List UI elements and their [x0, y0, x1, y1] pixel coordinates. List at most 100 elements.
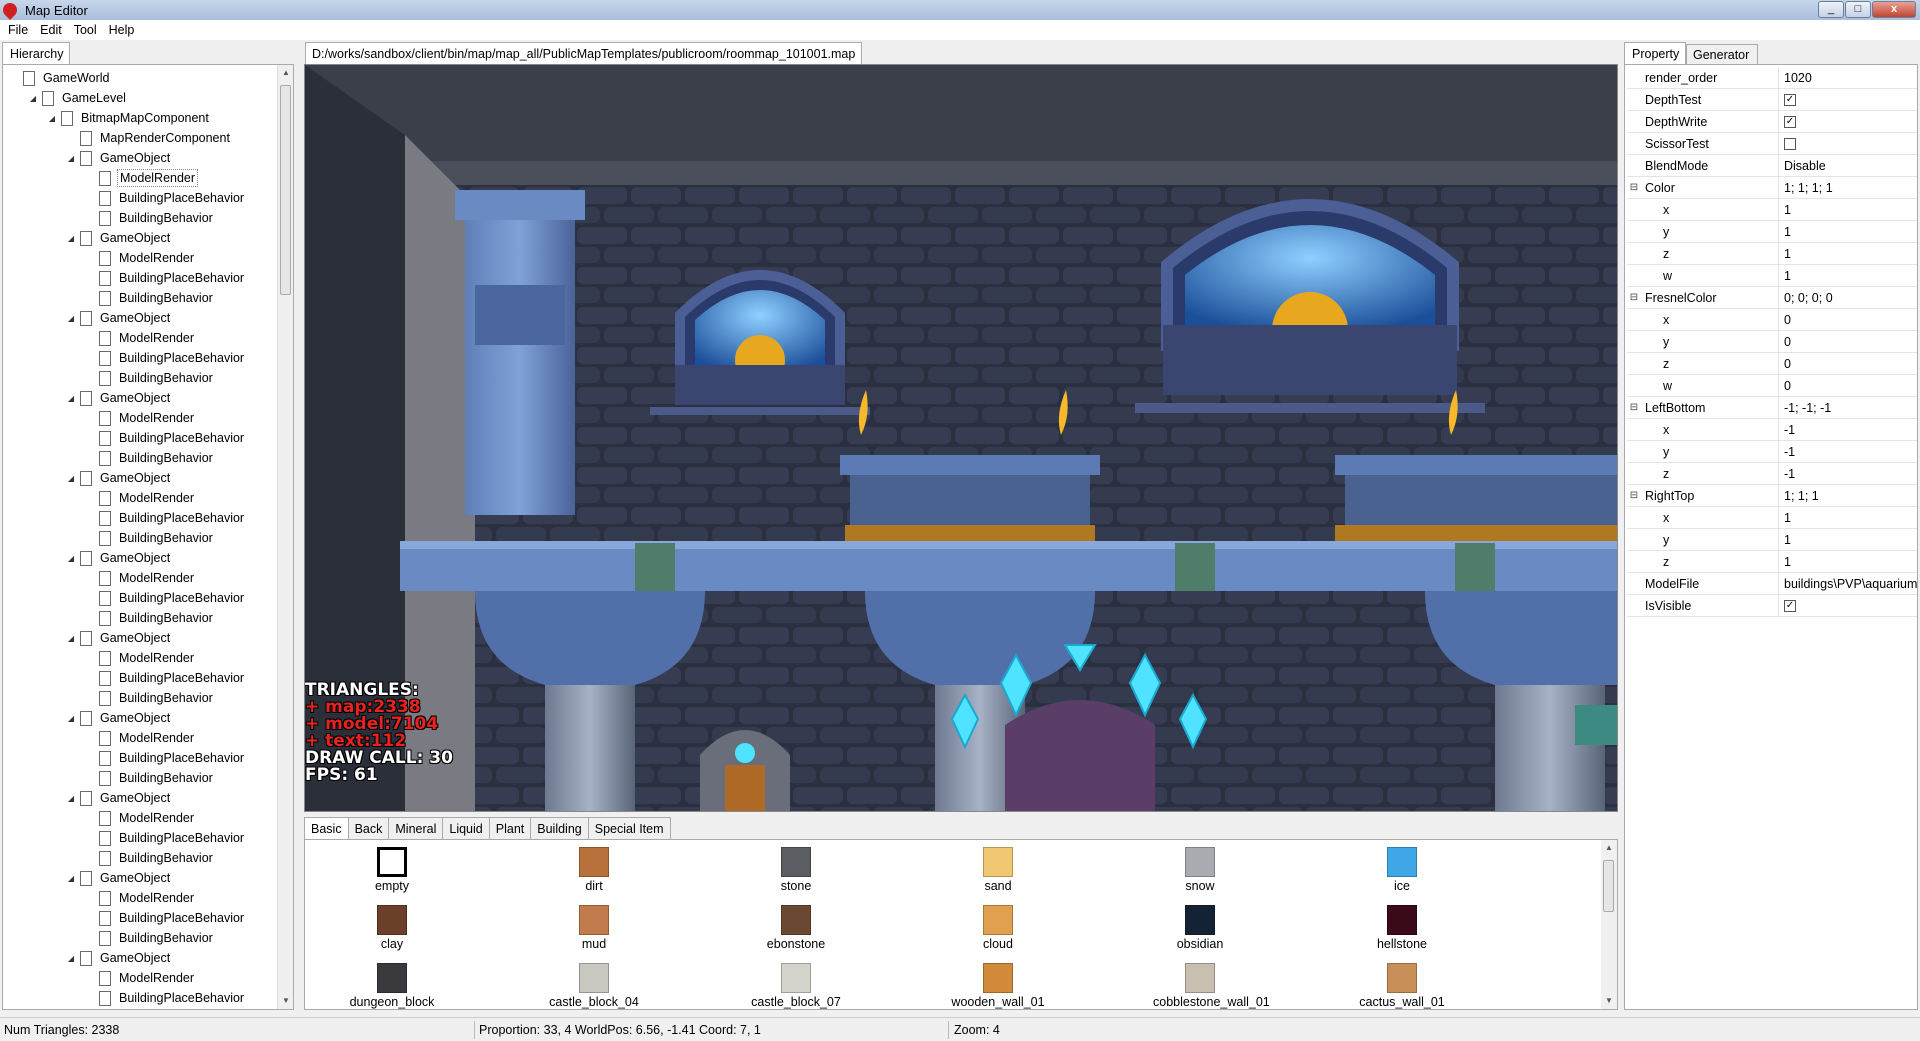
tree-node-buildingbehavior[interactable]: BuildingBehavior — [85, 448, 215, 468]
tree-node-gameobject[interactable]: ◢ GameObject — [66, 628, 172, 648]
expand-arrow-icon[interactable]: ◢ — [66, 474, 76, 483]
expand-arrow-icon[interactable]: ◢ — [66, 394, 76, 403]
tree-node-buildingplacebehavior[interactable]: BuildingPlaceBehavior — [85, 828, 246, 848]
tree-node-modelrender[interactable]: ModelRender — [85, 248, 196, 268]
tree-node-modelrender[interactable]: ModelRender — [85, 968, 196, 988]
map-viewport[interactable]: TRIANGLES: + map:2338 + model:7104 + tex… — [304, 64, 1618, 812]
tree-node-buildingplacebehavior[interactable]: BuildingPlaceBehavior — [85, 428, 246, 448]
property-value[interactable]: 1020 — [1779, 71, 1917, 85]
property-value[interactable]: 0 — [1779, 335, 1917, 349]
property-row-isvisible[interactable]: IsVisible ✓ — [1627, 594, 1917, 617]
scroll-thumb[interactable] — [1603, 860, 1614, 912]
tree-node-gameobject[interactable]: ◢ GameObject — [66, 708, 172, 728]
expand-arrow-icon[interactable]: ◢ — [66, 874, 76, 883]
tree-node-gameobject[interactable]: ◢ GameObject — [66, 468, 172, 488]
palette-item-clay[interactable]: clay — [345, 900, 439, 951]
expand-arrow-icon[interactable]: ◢ — [66, 634, 76, 643]
tree-node-modelrender[interactable]: ModelRender — [85, 888, 196, 908]
tab-special-item[interactable]: Special Item — [587, 817, 671, 839]
tree-node-buildingbehavior[interactable]: BuildingBehavior — [85, 528, 215, 548]
expand-arrow-icon[interactable]: ◢ — [66, 554, 76, 563]
property-row-y[interactable]: y0 — [1627, 330, 1917, 353]
tree-node-buildingplacebehavior[interactable]: BuildingPlaceBehavior — [85, 588, 246, 608]
palette-item-ice[interactable]: ice — [1355, 842, 1449, 893]
collapse-icon[interactable]: ⊟ — [1627, 402, 1641, 413]
property-value[interactable]: buildings\PVP\aquarium — [1779, 577, 1917, 591]
palette-item-empty[interactable]: empty — [345, 842, 439, 893]
property-value[interactable]: ✓ — [1779, 93, 1917, 106]
palette-item-dirt[interactable]: dirt — [547, 842, 641, 893]
tree-node-buildingbehavior[interactable]: BuildingBehavior — [85, 688, 215, 708]
property-row-righttop[interactable]: ⊟ RightTop 1; 1; 1 — [1627, 484, 1917, 507]
property-value[interactable]: -1 — [1779, 445, 1917, 459]
tab-generator[interactable]: Generator — [1686, 44, 1758, 64]
scroll-down-icon[interactable]: ▼ — [1601, 993, 1617, 1009]
property-value[interactable]: 0; 0; 0; 0 — [1779, 291, 1917, 305]
property-value[interactable]: 1 — [1779, 225, 1917, 239]
tab-hierarchy[interactable]: Hierarchy — [2, 42, 70, 64]
tree-node-modelrender[interactable]: ModelRender — [85, 648, 196, 668]
tree-node-gameobject[interactable]: ◢ GameObject — [66, 148, 172, 168]
property-row-render_order[interactable]: render_order 1020 — [1627, 66, 1917, 89]
tree-node-buildingbehavior[interactable]: BuildingBehavior — [85, 848, 215, 868]
menu-help[interactable]: Help — [103, 23, 141, 37]
tree-node-modelrender[interactable]: ModelRender — [85, 408, 196, 428]
tree-node-buildingplacebehavior[interactable]: BuildingPlaceBehavior — [85, 188, 246, 208]
hierarchy-scrollbar[interactable]: ▲ ▼ — [277, 65, 293, 1009]
expand-arrow-icon[interactable]: ◢ — [66, 154, 76, 163]
checkbox-checked[interactable]: ✓ — [1784, 599, 1796, 612]
tree-node-buildingbehavior[interactable]: BuildingBehavior — [85, 1008, 215, 1009]
expand-arrow-icon[interactable]: ◢ — [28, 94, 38, 103]
property-row-depthwrite[interactable]: DepthWrite ✓ — [1627, 110, 1917, 133]
tree-node-buildingplacebehavior[interactable]: BuildingPlaceBehavior — [85, 988, 246, 1008]
property-value[interactable]: -1; -1; -1 — [1779, 401, 1917, 415]
expand-arrow-icon[interactable]: ◢ — [47, 114, 57, 123]
palette-item-obsidian[interactable]: obsidian — [1153, 900, 1247, 951]
property-row-w[interactable]: w1 — [1627, 264, 1917, 287]
property-row-depthtest[interactable]: DepthTest ✓ — [1627, 88, 1917, 111]
tree-node-gameobject[interactable]: ◢ GameObject — [66, 788, 172, 808]
tree-node-modelrender[interactable]: ModelRender — [85, 328, 196, 348]
tree-node-gameobject[interactable]: ◢ GameObject — [66, 948, 172, 968]
tree-node-gameobject[interactable]: ◢ GameObject — [66, 308, 172, 328]
palette-item-cloud[interactable]: cloud — [951, 900, 1045, 951]
scroll-down-icon[interactable]: ▼ — [278, 993, 293, 1009]
tab-plant[interactable]: Plant — [488, 817, 532, 839]
tree-node-buildingplacebehavior[interactable]: BuildingPlaceBehavior — [85, 908, 246, 928]
property-row-color[interactable]: ⊟ Color 1; 1; 1; 1 — [1627, 176, 1917, 199]
tree-node-gameobject[interactable]: ◢ GameObject — [66, 548, 172, 568]
property-row-x[interactable]: x1 — [1627, 198, 1917, 221]
tree-node-modelrender[interactable]: ModelRender — [85, 568, 196, 588]
scroll-up-icon[interactable]: ▲ — [1601, 840, 1617, 856]
property-row-blendmode[interactable]: BlendMode Disable — [1627, 154, 1917, 177]
property-row-x[interactable]: x0 — [1627, 308, 1917, 331]
tree-node-buildingplacebehavior[interactable]: BuildingPlaceBehavior — [85, 508, 246, 528]
property-value[interactable]: 1 — [1779, 203, 1917, 217]
expand-arrow-icon[interactable]: ◢ — [66, 954, 76, 963]
palette-item-stone[interactable]: stone — [749, 842, 843, 893]
tree-node-buildingplacebehavior[interactable]: BuildingPlaceBehavior — [85, 668, 246, 688]
tree-node-buildingplacebehavior[interactable]: BuildingPlaceBehavior — [85, 748, 246, 768]
tree-node-buildingplacebehavior[interactable]: BuildingPlaceBehavior — [85, 348, 246, 368]
property-row-y[interactable]: y1 — [1627, 220, 1917, 243]
tree-node-modelrender[interactable]: ModelRender — [85, 168, 199, 188]
tree-node-modelrender[interactable]: ModelRender — [85, 808, 196, 828]
expand-arrow-icon[interactable]: ◢ — [66, 234, 76, 243]
scroll-up-icon[interactable]: ▲ — [278, 65, 293, 81]
property-row-w[interactable]: w0 — [1627, 374, 1917, 397]
expand-arrow-icon[interactable]: ◢ — [66, 714, 76, 723]
hierarchy-tree[interactable]: GameWorld ◢ GameLevel ◢ BitmapMapComponent Ma… — [2, 64, 294, 1010]
property-value[interactable]: 1 — [1779, 555, 1917, 569]
tree-node-buildingplacebehavior[interactable]: BuildingPlaceBehavior — [85, 268, 246, 288]
property-row-z[interactable]: z0 — [1627, 352, 1917, 375]
property-value[interactable] — [1779, 137, 1917, 150]
tree-node-gamelevel[interactable]: ◢ GameLevel — [28, 88, 128, 108]
tree-node-gameobject[interactable]: ◢ GameObject — [66, 868, 172, 888]
tab-mineral[interactable]: Mineral — [388, 817, 444, 839]
property-row-scissortest[interactable]: ScissorTest — [1627, 132, 1917, 155]
palette-item-hellstone[interactable]: hellstone — [1355, 900, 1449, 951]
tree-node-bitmapmapcomponent[interactable]: ◢ BitmapMapComponent — [47, 108, 211, 128]
property-row-y[interactable]: y1 — [1627, 528, 1917, 551]
tree-node-gameobject[interactable]: ◢ GameObject — [66, 228, 172, 248]
tree-node-buildingbehavior[interactable]: BuildingBehavior — [85, 768, 215, 788]
